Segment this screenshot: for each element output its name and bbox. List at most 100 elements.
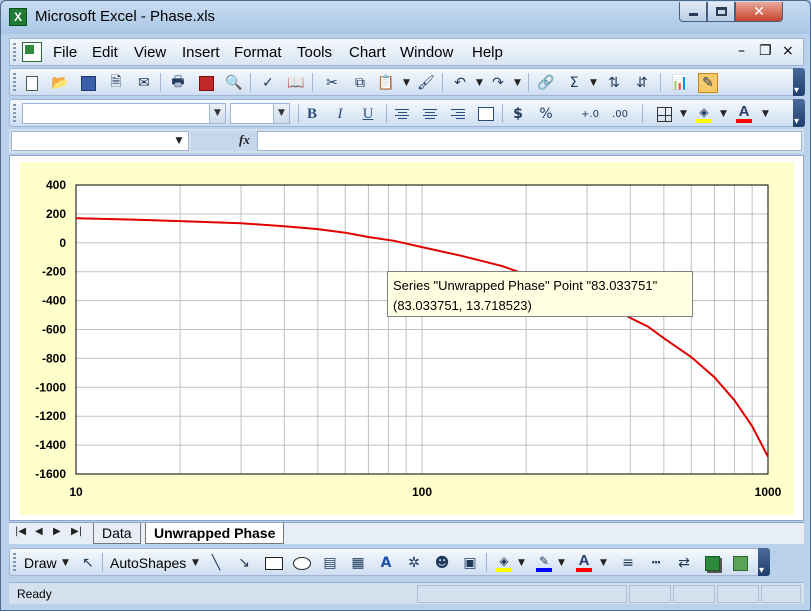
insert-function-icon[interactable]: fx xyxy=(239,132,250,148)
select-objects-icon[interactable]: ↖ xyxy=(78,553,98,573)
oval-icon[interactable] xyxy=(292,553,312,573)
percent-button[interactable]: % xyxy=(536,104,556,124)
close-button[interactable]: ✕ xyxy=(735,2,783,22)
menu-insert[interactable]: Insert xyxy=(182,44,220,61)
autosum-icon[interactable]: Σ xyxy=(564,73,584,93)
align-right-icon[interactable] xyxy=(448,104,468,124)
menu-chart[interactable]: Chart xyxy=(349,44,386,61)
cut-icon[interactable]: ✂ xyxy=(322,73,342,93)
font-size-select[interactable]: ▼ xyxy=(230,103,290,124)
line-style-icon[interactable]: ≡ xyxy=(618,553,638,573)
borders-dropdown-icon[interactable]: ▼ xyxy=(680,109,687,119)
line-color-icon[interactable]: ✎ xyxy=(534,553,554,573)
font-name-dropdown-icon[interactable]: ▼ xyxy=(209,104,225,123)
menu-help[interactable]: Help xyxy=(472,44,503,61)
redo-dropdown-icon[interactable]: ▼ xyxy=(514,78,521,88)
permission-icon[interactable]: 🗎 xyxy=(106,73,126,93)
name-box-dropdown-icon[interactable]: ▼ xyxy=(170,132,188,150)
draw-font-color-dropdown-icon[interactable]: ▼ xyxy=(600,558,607,568)
shadow-style-icon[interactable] xyxy=(702,553,722,573)
copy-icon[interactable]: ⧉ xyxy=(350,73,370,93)
title-bar[interactable]: X Microsoft Excel - Phase.xls ✕ xyxy=(1,1,810,34)
print-preview-icon[interactable]: 🔍 xyxy=(224,73,244,93)
increase-decimal-button[interactable]: +.0 xyxy=(580,104,600,124)
wordart-icon[interactable]: ▦ xyxy=(348,553,368,573)
workbook-close-icon[interactable]: × xyxy=(782,43,794,59)
toolbar-options-icon[interactable] xyxy=(758,548,770,576)
draw-fill-dropdown-icon[interactable]: ▼ xyxy=(518,558,525,568)
excel-app-icon[interactable]: X xyxy=(9,8,27,26)
wordart-a-icon[interactable]: A xyxy=(376,553,396,573)
format-painter-icon[interactable]: 🖌 xyxy=(416,73,436,93)
autoshapes-button[interactable]: AutoShapes xyxy=(110,555,186,571)
menu-view[interactable]: View xyxy=(134,44,166,61)
font-size-dropdown-icon[interactable]: ▼ xyxy=(273,104,289,123)
new-document-icon[interactable] xyxy=(22,73,42,93)
undo-icon[interactable]: ↶ xyxy=(450,73,470,93)
save-icon[interactable] xyxy=(78,73,98,93)
sheet-tab-data[interactable]: Data xyxy=(93,523,141,544)
name-box[interactable]: ▼ xyxy=(11,131,189,151)
autoshapes-dropdown-icon[interactable]: ▼ xyxy=(192,558,199,568)
bold-button[interactable]: B xyxy=(302,104,322,124)
toolbar-grip-handle[interactable] xyxy=(13,553,16,571)
research-book-icon[interactable]: 📖 xyxy=(286,73,306,93)
next-sheet-icon[interactable]: ▶ xyxy=(53,526,61,537)
paste-dropdown-icon[interactable]: ▼ xyxy=(403,78,410,88)
font-color-dropdown-icon[interactable]: ▼ xyxy=(762,109,769,119)
toolbar-options-icon[interactable] xyxy=(793,68,805,96)
line-icon[interactable]: ╲ xyxy=(206,553,226,573)
3d-style-icon[interactable] xyxy=(730,553,750,573)
chart-wizard-icon[interactable]: 📊 xyxy=(670,73,690,93)
picture-icon[interactable]: ▣ xyxy=(460,553,480,573)
diagram-icon[interactable]: ✲ xyxy=(404,553,424,573)
prev-sheet-icon[interactable]: ◀ xyxy=(35,526,43,537)
draw-font-color-icon[interactable]: A xyxy=(574,553,594,573)
undo-dropdown-icon[interactable]: ▼ xyxy=(476,78,483,88)
menu-format[interactable]: Format xyxy=(234,44,282,61)
fill-color-icon[interactable]: ◈ xyxy=(694,104,714,124)
phase-chart[interactable]: 400 200 0 -200 -400 -600 -800 -1000 -1200 -1400 -1… xyxy=(20,162,794,515)
clip-art-icon[interactable]: ☻ xyxy=(432,553,452,573)
email-icon[interactable]: ✉ xyxy=(134,73,154,93)
maximize-button[interactable] xyxy=(707,2,735,22)
italic-button[interactable]: I xyxy=(330,104,350,124)
draw-fill-color-icon[interactable]: ◈ xyxy=(494,553,514,573)
menu-window[interactable]: Window xyxy=(400,44,453,61)
rectangle-icon[interactable] xyxy=(264,553,284,573)
workbook-restore-icon[interactable]: ❐ xyxy=(759,43,772,59)
toolbar-grip-handle[interactable] xyxy=(13,104,16,122)
menu-file[interactable]: File xyxy=(53,44,77,61)
open-folder-icon[interactable]: 📂 xyxy=(50,73,70,93)
menu-edit[interactable]: Edit xyxy=(92,44,118,61)
toolbar-options-icon[interactable] xyxy=(793,99,805,127)
paste-icon[interactable]: 📋 xyxy=(376,73,396,93)
chart-area[interactable]: 400 200 0 -200 -400 -600 -800 -1000 -1200 -1400 -1… xyxy=(20,162,794,515)
workbook-icon[interactable] xyxy=(22,42,42,62)
hyperlink-icon[interactable]: 🔗 xyxy=(536,73,556,93)
arrow-style-icon[interactable]: ⇄ xyxy=(674,553,694,573)
sort-descending-icon[interactable]: ⇵ xyxy=(632,73,652,93)
autosum-dropdown-icon[interactable]: ▼ xyxy=(590,78,597,88)
print-icon[interactable]: 🖶 xyxy=(168,73,188,93)
draw-menu-button[interactable]: Draw xyxy=(24,555,57,571)
arrow-icon[interactable]: ↘ xyxy=(234,553,254,573)
align-left-icon[interactable] xyxy=(392,104,412,124)
menu-tools[interactable]: Tools xyxy=(297,44,332,61)
decrease-decimal-button[interactable]: .00 xyxy=(610,104,630,124)
first-sheet-icon[interactable]: |◀ xyxy=(15,526,26,537)
sheet-tab-unwrapped-phase[interactable]: Unwrapped Phase xyxy=(145,523,285,544)
font-name-select[interactable]: ▼ xyxy=(22,103,226,124)
workbook-minimize-icon[interactable]: – xyxy=(738,43,745,59)
dash-style-icon[interactable]: ┅ xyxy=(646,553,666,573)
toolbar-grip-handle[interactable] xyxy=(13,73,16,91)
menu-grip-handle[interactable] xyxy=(13,43,16,61)
merge-center-icon[interactable] xyxy=(476,104,496,124)
draw-dropdown-icon[interactable]: ▼ xyxy=(62,558,69,568)
last-sheet-icon[interactable]: ▶| xyxy=(71,526,82,537)
spelling-icon[interactable]: ✓ xyxy=(258,73,278,93)
formula-input[interactable] xyxy=(257,131,802,151)
fill-color-dropdown-icon[interactable]: ▼ xyxy=(720,109,727,119)
line-color-dropdown-icon[interactable]: ▼ xyxy=(558,558,565,568)
research-icon[interactable] xyxy=(196,73,216,93)
